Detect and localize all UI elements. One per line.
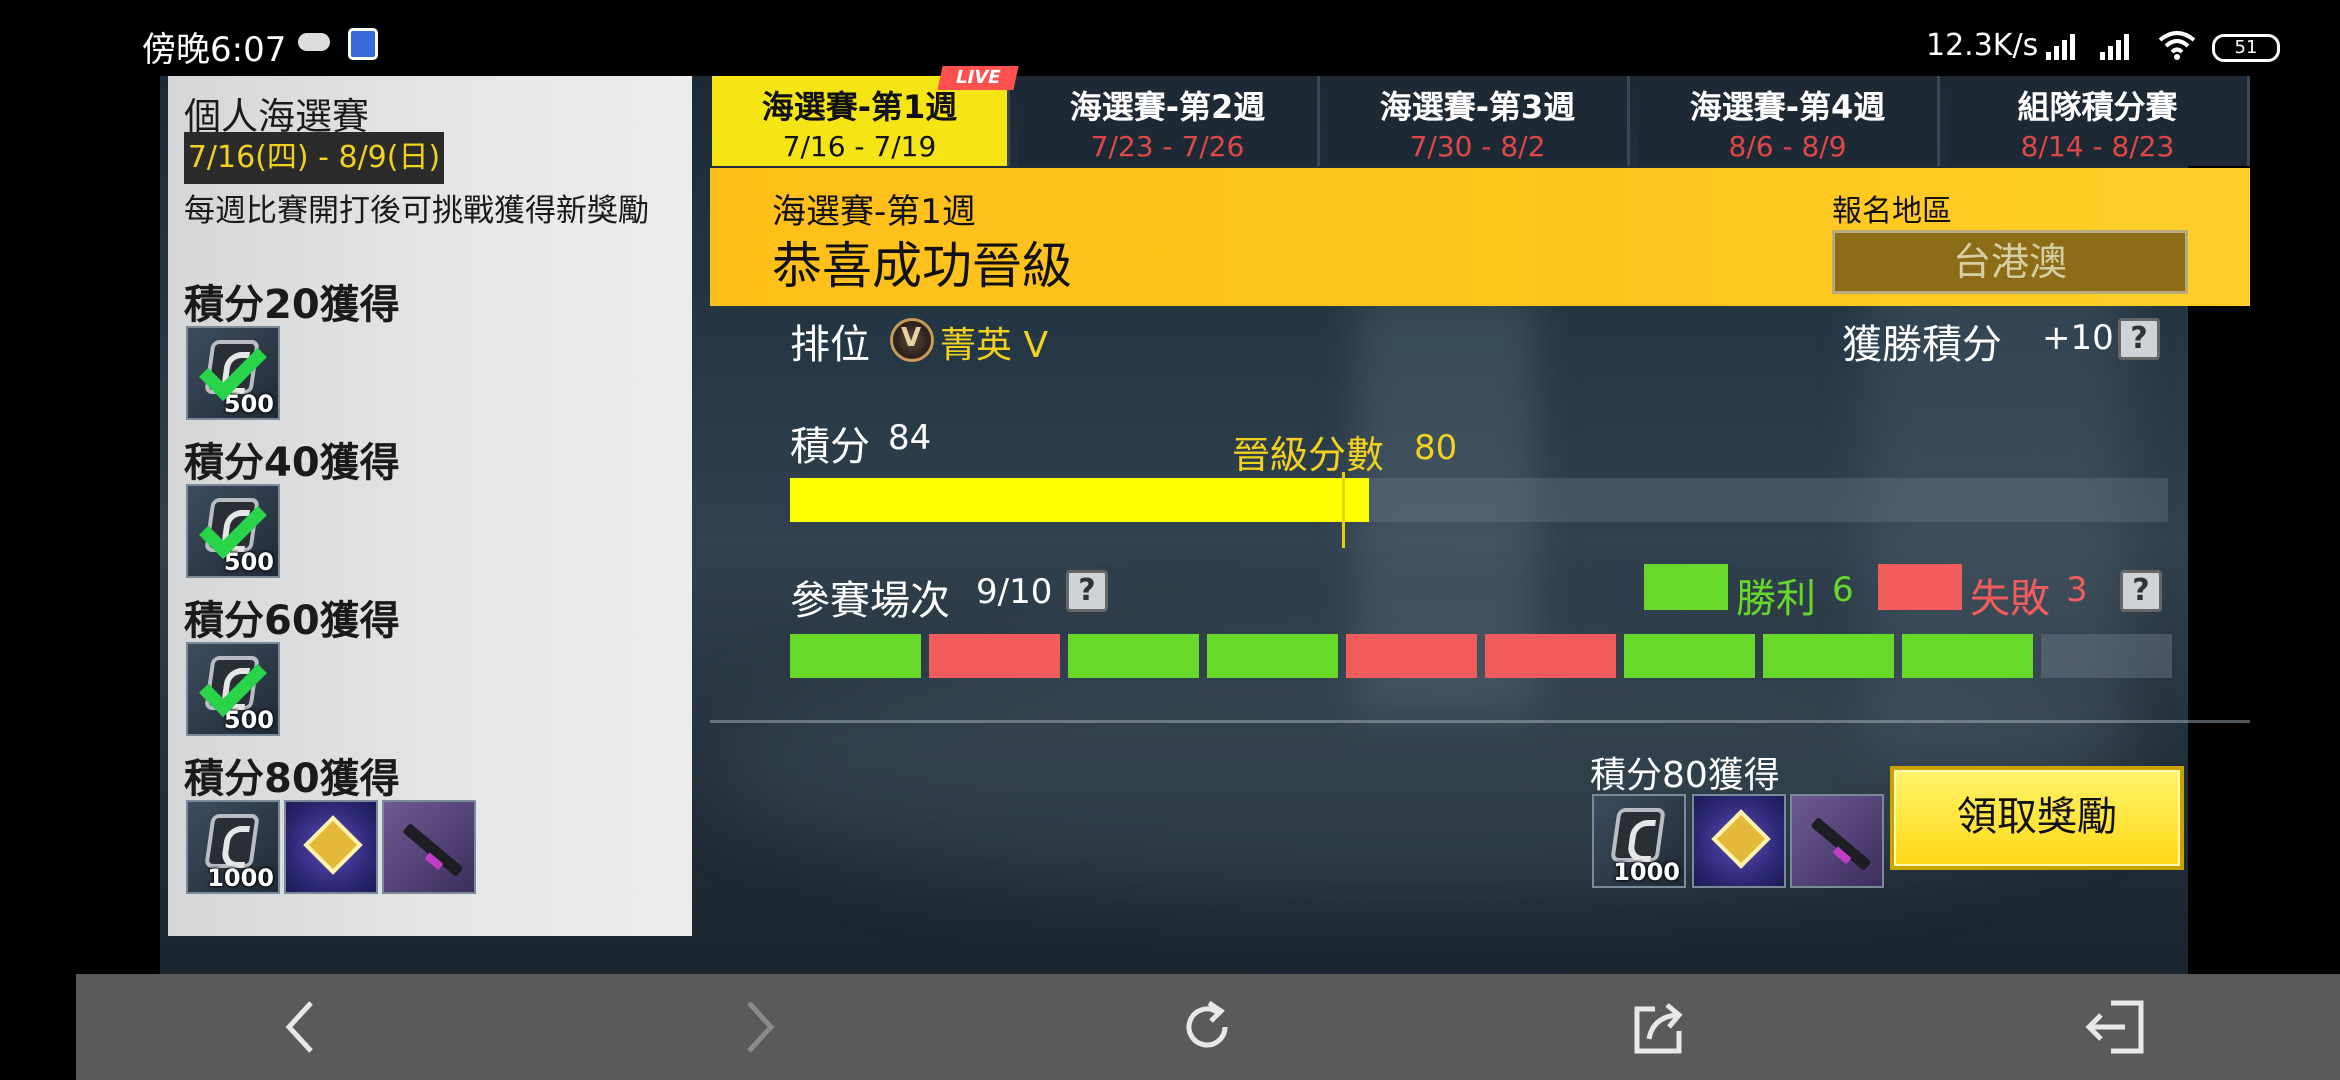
- status-time: 傍晚6:07: [142, 30, 287, 70]
- win-legend-swatch: [1644, 564, 1728, 610]
- signal-icon: [2100, 30, 2136, 60]
- claim-tier-label: 積分80獲得: [1590, 755, 1780, 796]
- losses-value: 3: [2066, 570, 2088, 610]
- network-speed: 12.3K/s: [1926, 28, 2039, 63]
- tier-label: 積分60獲得: [184, 598, 400, 644]
- weapon-skin-reward-icon[interactable]: [382, 800, 476, 894]
- tab-name: 海選賽-第3週: [1379, 88, 1576, 126]
- refresh-icon[interactable]: [1162, 974, 1252, 1080]
- tab-date: 7/30 - 8/2: [1409, 130, 1546, 163]
- badge-reward-icon[interactable]: [1692, 794, 1786, 888]
- match-result-segment: [1207, 634, 1338, 678]
- status-bar: 傍晚6:07 12.3K/s 51: [0, 0, 2340, 76]
- help-icon[interactable]: ?: [2120, 570, 2162, 612]
- divider: [710, 720, 2250, 723]
- claim-reward-button[interactable]: 領取獎勵: [1890, 766, 2184, 870]
- cloud-icon: [298, 33, 330, 51]
- match-result-segment: [1485, 634, 1616, 678]
- match-result-segment: [1624, 634, 1755, 678]
- banner-status: 恭喜成功晉級: [772, 237, 1072, 295]
- match-result-segment: [1068, 634, 1199, 678]
- region-label: 報名地區: [1832, 194, 1952, 229]
- rewards-panel: 個人海選賽 7/16(四) - 8/9(日) 每週比賽開打後可挑戰獲得新獎勵 積…: [168, 76, 692, 936]
- tab-week-4[interactable]: 海選賽-第4週 8/6 - 8/9: [1638, 76, 1940, 166]
- promote-threshold-marker: [1342, 472, 1345, 548]
- tab-date: 8/6 - 8/9: [1728, 130, 1847, 163]
- back-arrow-icon[interactable]: [258, 974, 348, 1080]
- forward-arrow-icon[interactable]: [712, 974, 802, 1080]
- loss-legend-swatch: [1878, 564, 1962, 610]
- score-progress-fill: [790, 478, 1369, 522]
- match-result-segment: [1346, 634, 1477, 678]
- win-points-label: 獲勝積分: [1842, 322, 2002, 368]
- app-notification-icon: [348, 28, 378, 60]
- matches-label: 參賽場次: [790, 578, 950, 624]
- coin-reward-icon[interactable]: 500: [186, 642, 280, 736]
- match-result-segment: [2041, 634, 2172, 678]
- tab-date: 7/23 - 7/26: [1090, 130, 1245, 163]
- tab-week-2[interactable]: 海選賽-第2週 7/23 - 7/26: [1018, 76, 1320, 166]
- share-icon[interactable]: [1614, 974, 1704, 1080]
- promote-value: 80: [1414, 428, 1458, 468]
- help-icon[interactable]: ?: [1066, 570, 1108, 612]
- panel-date-range: 7/16(四) - 8/9(日): [184, 132, 444, 184]
- tab-date: 7/16 - 7/19: [782, 130, 937, 163]
- help-icon[interactable]: ?: [2118, 318, 2160, 360]
- rank-label: 排位: [790, 322, 870, 368]
- tab-team-points[interactable]: 組隊積分賽 8/14 - 8/23: [1948, 76, 2250, 166]
- match-result-segment: [790, 634, 921, 678]
- tab-name: 海選賽-第2週: [1069, 88, 1266, 126]
- losses-label: 失敗: [1970, 576, 2050, 622]
- status-banner: 海選賽-第1週 恭喜成功晉級 報名地區 台港澳: [710, 168, 2250, 306]
- region-value: 台港澳: [1832, 230, 2188, 294]
- battery-icon: 51: [2212, 34, 2280, 62]
- tab-week-3[interactable]: 海選賽-第3週 7/30 - 8/2: [1328, 76, 1630, 166]
- matches-value: 9/10: [976, 572, 1053, 612]
- exit-icon[interactable]: [2066, 974, 2156, 1080]
- match-result-segment: [1763, 634, 1894, 678]
- coin-reward-icon[interactable]: 1000: [1592, 794, 1686, 888]
- score-value: 84: [888, 418, 932, 458]
- panel-description: 每週比賽開打後可挑戰獲得新獎勵: [184, 193, 649, 229]
- rank-emblem-icon: [890, 318, 934, 362]
- tier-label: 積分20獲得: [184, 282, 400, 328]
- signal-icon: [2046, 30, 2082, 60]
- tier-label: 積分80獲得: [184, 756, 400, 802]
- badge-reward-icon[interactable]: [284, 800, 378, 894]
- score-progress-bar: [790, 478, 2168, 522]
- score-label: 積分: [790, 424, 870, 470]
- wins-value: 6: [1832, 570, 1854, 610]
- match-result-segment: [1902, 634, 2033, 678]
- wifi-icon: [2158, 30, 2196, 60]
- tab-date: 8/14 - 8/23: [2020, 130, 2175, 163]
- weapon-skin-reward-icon[interactable]: [1790, 794, 1884, 888]
- coin-reward-icon[interactable]: 500: [186, 326, 280, 420]
- coin-reward-icon[interactable]: 1000: [186, 800, 280, 894]
- match-result-segment: [929, 634, 1060, 678]
- tab-name: 海選賽-第4週: [1689, 88, 1886, 126]
- promote-label: 晉級分數: [1232, 433, 1385, 477]
- tab-name: 組隊積分賽: [2017, 88, 2178, 126]
- coin-reward-icon[interactable]: 500: [186, 484, 280, 578]
- rank-value: 菁英 V: [940, 325, 1049, 366]
- tier-label: 積分40獲得: [184, 440, 400, 486]
- win-points-value: +10: [2042, 318, 2114, 358]
- live-badge: LIVE: [937, 66, 1019, 90]
- wins-label: 勝利: [1736, 576, 1816, 622]
